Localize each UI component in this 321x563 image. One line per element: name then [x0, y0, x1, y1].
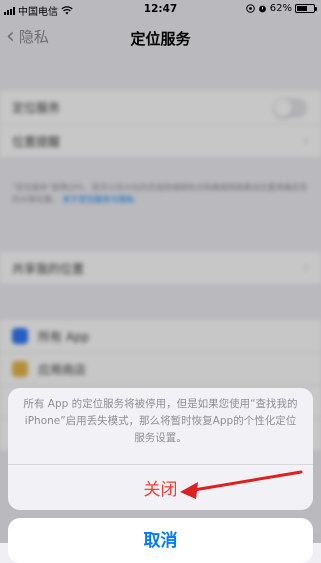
- cancel-button[interactable]: 取消: [8, 518, 313, 563]
- close-button[interactable]: 关闭: [8, 465, 313, 510]
- action-sheet: 所有 App 的定位服务将被停用，但是如果您使用“查找我的 iPhone”启用丢…: [8, 388, 313, 510]
- action-sheet-message: 所有 App 的定位服务将被停用，但是如果您使用“查找我的 iPhone”启用丢…: [23, 398, 298, 444]
